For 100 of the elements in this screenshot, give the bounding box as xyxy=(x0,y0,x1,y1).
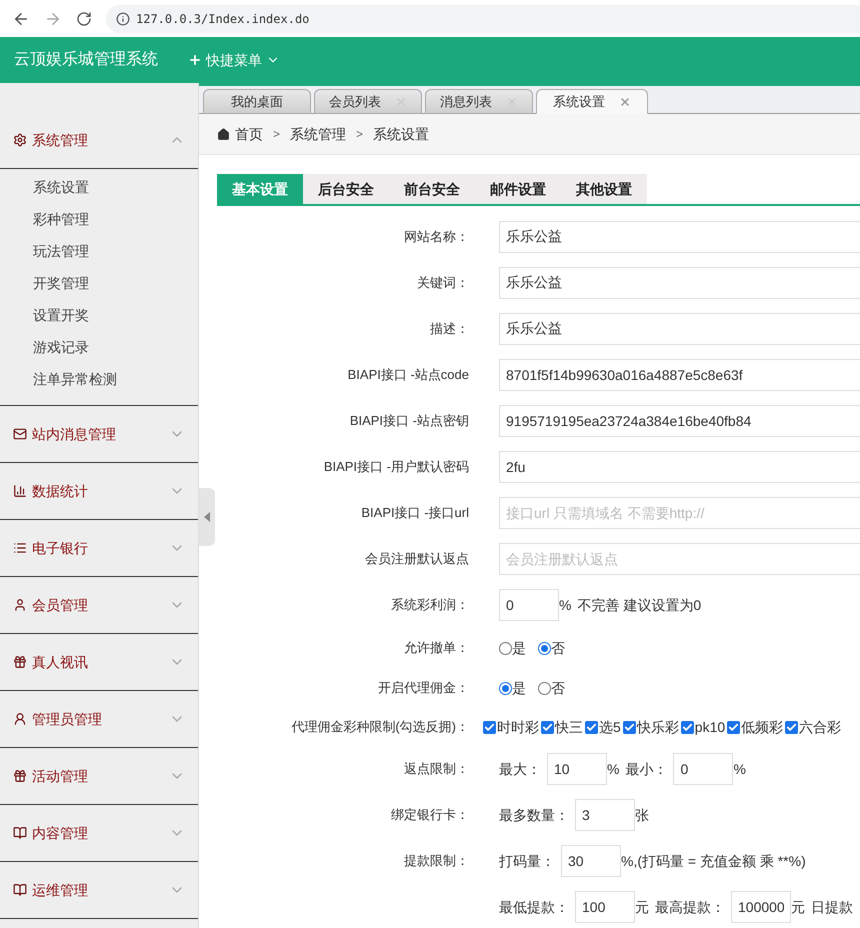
sidebar-group[interactable]: 内容管理 xyxy=(0,805,198,861)
breadcrumb-separator: > xyxy=(356,126,364,143)
input-field[interactable]: 0 xyxy=(499,589,559,621)
person-icon xyxy=(13,712,27,726)
field-text: 最小： xyxy=(625,760,668,778)
page-tab[interactable]: 会员列表 xyxy=(314,89,422,114)
field-text: 元 xyxy=(635,898,649,916)
sidebar-group[interactable]: 电子银行 xyxy=(0,520,198,576)
checkbox[interactable] xyxy=(622,720,636,734)
field-label: 允许撤单： xyxy=(404,640,469,655)
input-field[interactable]: 10 xyxy=(547,753,607,785)
left-triangle-icon xyxy=(204,512,210,522)
input-field[interactable]: 9195719195ea23724a384e16be40fb84 xyxy=(499,405,860,437)
input-field[interactable]: 2fu xyxy=(499,451,860,483)
app-title: 云顶娱乐城管理系统 xyxy=(14,50,158,70)
radio-option[interactable]: 否 xyxy=(538,678,565,698)
field-text: 最多数量： xyxy=(499,806,569,824)
field-text: 张 xyxy=(635,806,649,824)
sidebar-item[interactable]: 玩法管理 xyxy=(0,235,198,267)
sidebar-group[interactable]: 管理员管理 xyxy=(0,691,198,747)
field-text: 元 xyxy=(791,898,805,916)
checkbox[interactable] xyxy=(483,720,496,734)
checkbox-option[interactable]: pk10 xyxy=(680,716,726,738)
field-label: 系统彩利润： xyxy=(391,597,469,612)
checkbox-option[interactable]: 时时彩 xyxy=(483,716,539,738)
reload-icon[interactable] xyxy=(76,10,92,26)
field-label: BIAPI接口 -用户默认密码 xyxy=(324,459,469,474)
sidebar-group[interactable]: 站内消息管理 xyxy=(0,406,198,462)
field-text: 最大： xyxy=(499,760,541,778)
sidebar-item[interactable]: 彩种管理 xyxy=(0,203,198,235)
settings-tab[interactable]: 后台安全 xyxy=(303,174,389,204)
settings-tab[interactable]: 邮件设置 xyxy=(475,174,561,204)
address-bar[interactable]: 127.0.0.3/Index.index.do xyxy=(106,4,860,32)
field-label: 提款限制： xyxy=(404,853,469,868)
checkbox[interactable] xyxy=(680,720,694,734)
input-field[interactable]: 3 xyxy=(575,799,635,831)
settings-tab[interactable]: 前台安全 xyxy=(389,174,475,204)
page-tab[interactable]: 我的桌面 xyxy=(203,89,311,114)
checkbox-option[interactable]: 选5 xyxy=(585,716,621,738)
breadcrumb-link[interactable]: 首页 xyxy=(217,124,263,144)
field-text: % xyxy=(559,596,572,614)
checkbox-option[interactable]: 低频彩 xyxy=(727,716,784,738)
book-icon xyxy=(13,883,27,897)
close-icon[interactable] xyxy=(619,96,631,108)
radio-option[interactable]: 否 xyxy=(538,638,565,658)
sidebar-group[interactable]: 活动管理 xyxy=(0,748,198,804)
input-field[interactable]: 会员注册默认返点 xyxy=(499,543,860,575)
sidebar-group[interactable]: 系统管理 xyxy=(0,112,198,168)
sidebar-group[interactable]: 会员管理 xyxy=(0,577,198,633)
checkbox[interactable] xyxy=(785,720,798,734)
sidebar-group[interactable]: 运维管理 xyxy=(0,862,198,918)
radio-button[interactable] xyxy=(538,642,551,654)
gear-icon xyxy=(13,133,27,147)
sidebar-group[interactable]: 真人视讯 xyxy=(0,634,198,690)
field-text: % xyxy=(733,760,746,778)
breadcrumb-separator: > xyxy=(273,126,280,143)
input-field[interactable]: 30 xyxy=(561,845,621,877)
checkbox-option[interactable]: 六合彩 xyxy=(785,716,842,738)
sidebar-group[interactable]: 数据统计 xyxy=(0,463,198,519)
field-label: BIAPI接口 -接口url xyxy=(361,505,469,520)
page-tab[interactable]: 消息列表 xyxy=(425,89,533,114)
input-field[interactable]: 接口url 只需填域名 不需要http:// xyxy=(499,497,860,529)
checkbox-option[interactable]: 快乐彩 xyxy=(622,716,679,738)
breadcrumb-link[interactable]: 系统设置 xyxy=(373,124,430,144)
radio-button[interactable] xyxy=(499,682,512,694)
page-tab[interactable]: 系统设置 xyxy=(536,89,648,114)
field-label: BIAPI接口 -站点code xyxy=(348,367,469,382)
field-label: 开启代理佣金： xyxy=(378,680,469,695)
input-field[interactable]: 100000 xyxy=(731,891,791,923)
input-field[interactable]: 乐乐公益 xyxy=(499,267,860,299)
input-field[interactable]: 乐乐公益 xyxy=(499,313,860,345)
field-text: 不完善 建议设置为0 xyxy=(577,596,702,614)
radio-button[interactable] xyxy=(499,642,512,654)
checkbox[interactable] xyxy=(727,720,740,734)
field-text: 最高提款： xyxy=(655,898,725,916)
checkbox[interactable] xyxy=(541,720,554,734)
field-text: %,(打码量 = 充值金额 乘 **%) xyxy=(621,852,806,871)
field-label: 描述： xyxy=(430,321,469,336)
user-icon xyxy=(13,598,27,612)
sidebar-item[interactable]: 游戏记录 xyxy=(0,331,198,363)
checkbox-option[interactable]: 快三 xyxy=(541,716,583,738)
home-icon xyxy=(217,128,230,140)
input-field[interactable]: 8701f5f14b99630a016a4887e5c8e63f xyxy=(499,359,860,391)
radio-button[interactable] xyxy=(538,682,551,694)
checkbox[interactable] xyxy=(585,720,598,734)
radio-option[interactable]: 是 xyxy=(499,678,526,698)
sidebar-item[interactable]: 设置开奖 xyxy=(0,299,198,331)
field-text: 最低提款： xyxy=(499,898,569,916)
field-label: 返点限制： xyxy=(404,761,469,776)
input-field[interactable]: 乐乐公益 xyxy=(499,221,860,253)
input-field[interactable]: 100 xyxy=(575,891,635,923)
sidebar-item[interactable]: 注单异常检测 xyxy=(0,363,198,395)
field-text: 日提款 xyxy=(811,898,853,916)
sidebar-item[interactable]: 系统设置 xyxy=(0,171,198,203)
radio-option[interactable]: 是 xyxy=(499,638,526,658)
breadcrumb-link[interactable]: 系统管理 xyxy=(290,124,346,144)
input-field[interactable]: 0 xyxy=(673,753,734,785)
settings-tab[interactable]: 其他设置 xyxy=(561,174,647,204)
sidebar-item[interactable]: 开奖管理 xyxy=(0,267,198,299)
collapse-handle[interactable] xyxy=(199,488,215,546)
